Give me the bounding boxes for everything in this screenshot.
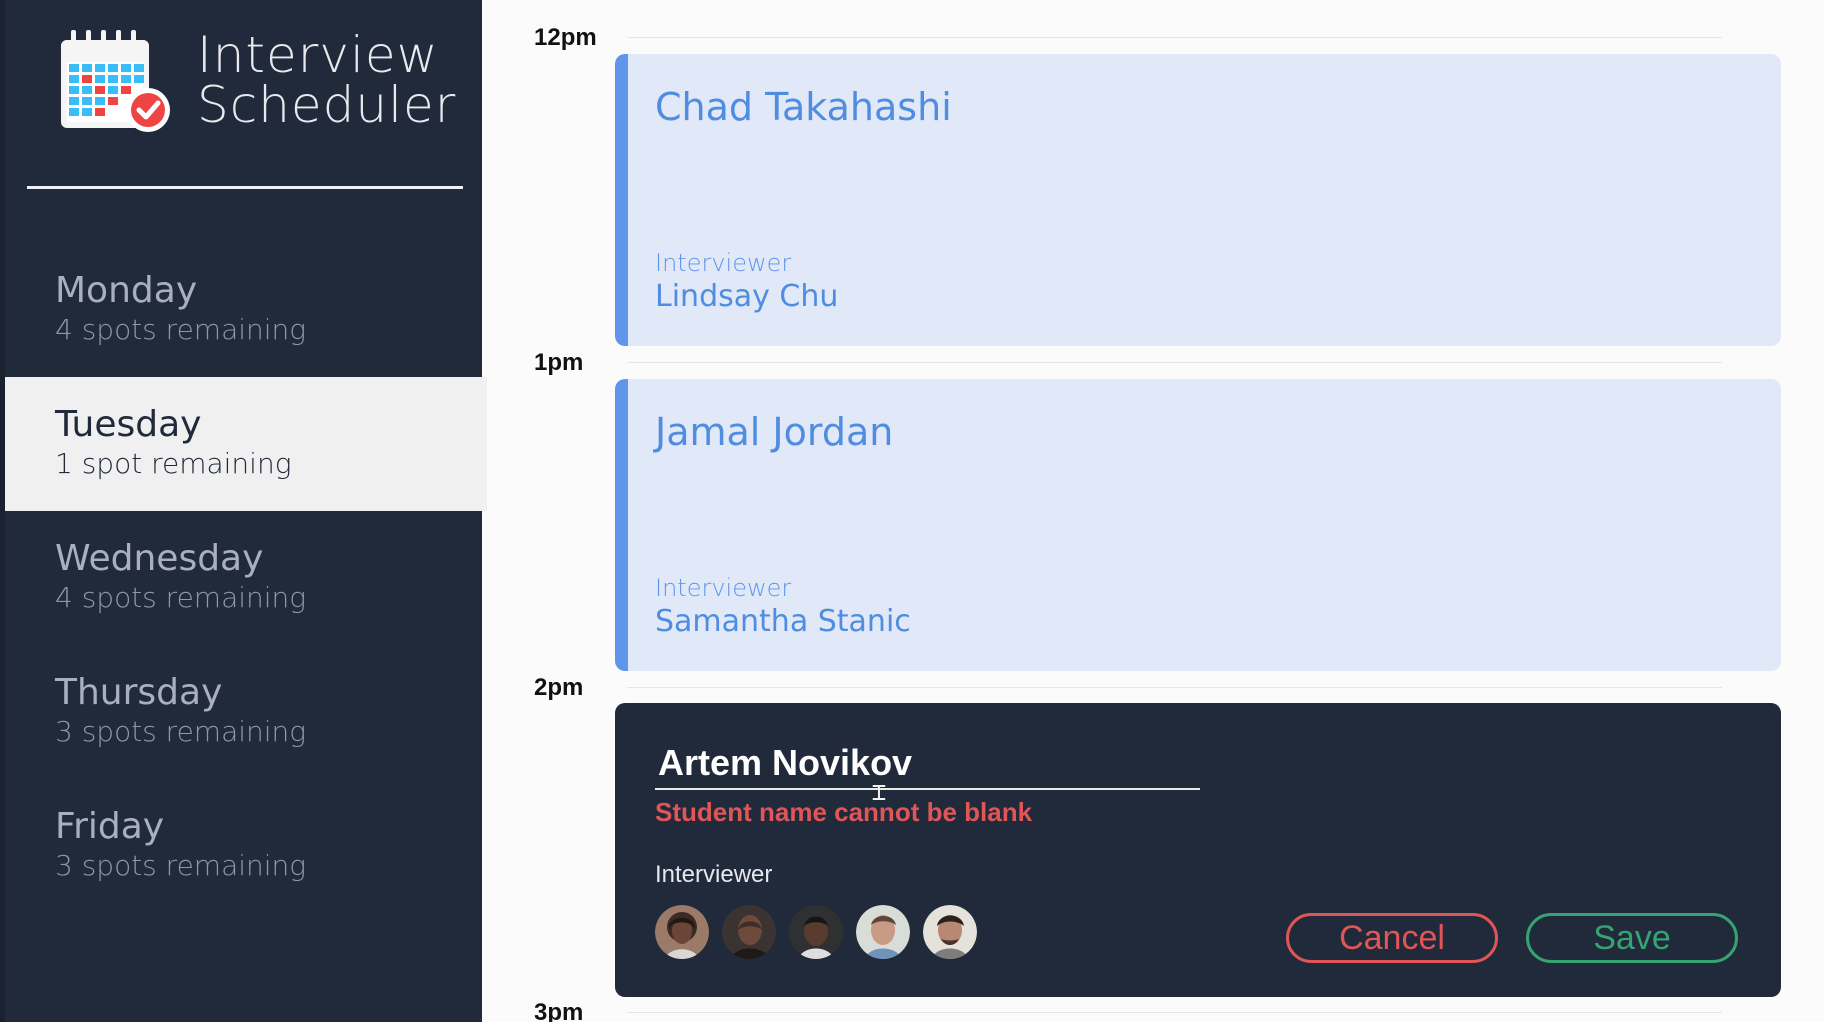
app-title-line-2: Scheduler bbox=[197, 76, 457, 134]
appointment-card[interactable]: Chad Takahashi Interviewer Lindsay Chu bbox=[615, 54, 1781, 346]
day-name: Wednesday bbox=[55, 538, 264, 579]
hour-label-1pm: 1pm bbox=[534, 349, 584, 376]
day-item-friday[interactable]: Friday 3 spots remaining bbox=[5, 779, 487, 913]
interviewer-avatar-4[interactable] bbox=[856, 905, 910, 959]
validation-error: Student name cannot be blank bbox=[655, 797, 1033, 827]
day-item-monday[interactable]: Monday 4 spots remaining bbox=[5, 243, 487, 377]
day-list: Monday 4 spots remaining Tuesday 1 spot … bbox=[5, 243, 487, 913]
day-name: Tuesday bbox=[55, 404, 202, 445]
day-spots-remaining: 3 spots remaining bbox=[55, 715, 307, 748]
app-title: Interview Scheduler bbox=[197, 30, 456, 130]
interviewer-label: Interviewer bbox=[655, 574, 792, 602]
day-spots-remaining: 1 spot remaining bbox=[55, 447, 292, 480]
cancel-button[interactable]: Cancel bbox=[1286, 913, 1498, 963]
hour-label-3pm: 3pm bbox=[534, 999, 584, 1022]
day-name: Monday bbox=[55, 270, 198, 311]
sidebar-divider bbox=[27, 186, 463, 189]
interview-scheduler-app: Interview Scheduler Monday 4 spots remai… bbox=[0, 0, 1824, 1022]
day-item-wednesday[interactable]: Wednesday 4 spots remaining bbox=[5, 511, 487, 645]
student-name-field[interactable] bbox=[655, 738, 1200, 790]
hour-label-12pm: 12pm bbox=[534, 24, 597, 51]
interviewer-label: Interviewer bbox=[655, 861, 773, 888]
avatar-image bbox=[856, 905, 910, 959]
day-name: Friday bbox=[55, 806, 165, 847]
student-name-input[interactable] bbox=[655, 738, 1200, 788]
day-spots-remaining: 3 spots remaining bbox=[55, 849, 307, 882]
hour-label-2pm: 2pm bbox=[534, 674, 584, 701]
day-item-thursday[interactable]: Thursday 3 spots remaining bbox=[5, 645, 487, 779]
interviewer-avatar-3[interactable] bbox=[789, 905, 843, 959]
day-name: Thursday bbox=[55, 672, 223, 713]
app-brand: Interview Scheduler bbox=[59, 28, 479, 138]
schedule: 12pm Chad Takahashi Interviewer Lindsay … bbox=[482, 0, 1824, 1022]
interviewer-name: Lindsay Chu bbox=[655, 279, 839, 314]
hour-divider bbox=[627, 687, 1722, 688]
interviewer-avatar-list bbox=[655, 905, 985, 961]
interviewer-avatar-1[interactable] bbox=[655, 905, 709, 959]
appointment-editor: ⌶ Student name cannot be blank Interview… bbox=[615, 703, 1781, 997]
avatar-image bbox=[655, 905, 709, 959]
sidebar: Interview Scheduler Monday 4 spots remai… bbox=[0, 0, 487, 1022]
calendar-check-icon bbox=[61, 30, 170, 132]
day-spots-remaining: 4 spots remaining bbox=[55, 581, 307, 614]
student-name: Chad Takahashi bbox=[655, 85, 952, 129]
avatar-image bbox=[789, 905, 843, 959]
interviewer-avatar-2[interactable] bbox=[722, 905, 776, 959]
hour-divider bbox=[627, 37, 1722, 38]
day-item-tuesday[interactable]: Tuesday 1 spot remaining bbox=[5, 377, 487, 511]
save-button[interactable]: Save bbox=[1526, 913, 1738, 963]
appointment-card[interactable]: Jamal Jordan Interviewer Samantha Stanic bbox=[615, 379, 1781, 671]
avatar-image bbox=[722, 905, 776, 959]
app-title-line-1: Interview bbox=[197, 26, 439, 84]
student-name: Jamal Jordan bbox=[655, 410, 894, 454]
day-spots-remaining: 4 spots remaining bbox=[55, 313, 307, 346]
hour-divider bbox=[627, 1012, 1722, 1013]
interviewer-avatar-5[interactable] bbox=[923, 905, 977, 959]
avatar-image bbox=[923, 905, 977, 959]
interviewer-name: Samantha Stanic bbox=[655, 604, 911, 639]
hour-divider bbox=[627, 362, 1722, 363]
interviewer-label: Interviewer bbox=[655, 249, 792, 277]
